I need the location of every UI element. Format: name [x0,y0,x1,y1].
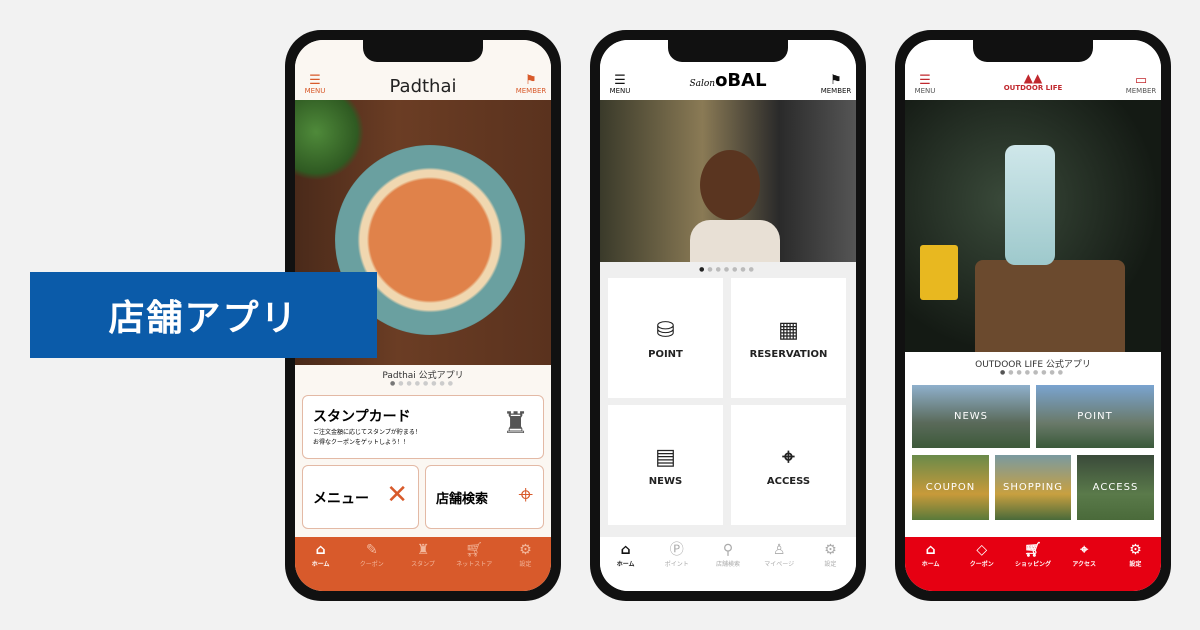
coins-icon: ⛁ [656,318,675,343]
tag-icon: ◇ [976,542,988,558]
shopping-tile[interactable]: SHOPPING [995,455,1071,520]
tab-home[interactable]: ⌂ ホーム [905,541,956,591]
tab-home[interactable]: ⌂ ホーム [295,541,346,591]
access-button[interactable]: ⌖ ACCESS [731,405,846,525]
stamp-icon: ♜ [502,406,529,441]
calendar-icon: ▦ [778,318,799,343]
point-icon: Ⓟ [669,542,684,558]
member-button[interactable]: ▭ MEMBER [1121,74,1161,95]
news-button[interactable]: ▤ NEWS [608,405,723,525]
tab-access[interactable]: ⌖ アクセス [1059,541,1110,591]
home-icon: ⌂ [315,542,326,558]
stamp-icon: ♜ [416,542,430,558]
home-icon: ⌂ [925,542,936,558]
tab-store-search[interactable]: ⚲ 店舗検索 [702,541,753,591]
member-button[interactable]: ⚑ MEMBER [511,74,551,95]
tab-settings[interactable]: ⚙ 設定 [805,541,856,591]
gear-icon: ⚙ [824,542,837,558]
store-search-card[interactable]: 店舗検索 ⌖ [425,465,544,529]
store-app-label: 店舗アプリ [30,272,377,358]
cart-icon: 🛒︎ [1024,542,1042,558]
stamp-card[interactable]: スタンプカード ご注文金額に応じてスタンプが貯まる！ お得なクーポンをゲットしよう… [302,395,544,459]
tab-settings[interactable]: ⚙ 設定 [1110,541,1161,591]
member-button[interactable]: ⚑ MEMBER [816,74,856,95]
gear-icon: ⚙ [1129,542,1142,558]
tab-bar: ⌂ ホーム Ⓟ ポイント ⚲ 店舗検索 ♙ マイページ ⚙ 設定 [600,537,856,591]
map-pin-icon: ⌖ [1080,542,1089,558]
map-pin-icon: ⌖ [782,445,795,470]
tab-coupon[interactable]: ✎ クーポン [346,541,397,591]
user-icon: ♙ [772,542,786,558]
carousel-dots[interactable]: ●●●●●●●● [905,369,1161,376]
tab-bar: ⌂ ホーム ◇ クーポン 🛒︎ ショッピング ⌖ アクセス ⚙ 設定 [905,537,1161,591]
cart-icon: 🛒︎ [465,542,484,558]
tab-settings[interactable]: ⚙ 設定 [500,541,551,591]
menu-card[interactable]: メニュー ✕ [302,465,419,529]
point-tile[interactable]: POINT [1036,385,1154,448]
home-icon: ⌂ [620,542,631,558]
news-tile[interactable]: NEWS [912,385,1030,448]
access-tile[interactable]: ACCESS [1077,455,1154,520]
gear-icon: ⚙ [519,542,532,558]
tab-point[interactable]: Ⓟ ポイント [651,541,702,591]
utensils-icon: ✕ [386,480,408,510]
carousel-dots[interactable]: ●●●●●●●● [295,380,551,387]
tab-coupon[interactable]: ◇ クーポン [956,541,1007,591]
hero-image-lantern [905,100,1161,352]
tab-netstore[interactable]: 🛒︎ ネットストア [449,541,500,591]
phone-outdoor-life: ☰ MENU ▲▲ OUTDOOR LIFE ▭ MEMBER OUTDOOR LIF… [895,30,1171,601]
hero-image-salon [600,100,856,262]
notch [668,40,788,62]
coupon-icon: ✎ [365,542,378,558]
tab-home[interactable]: ⌂ ホーム [600,541,651,591]
tab-bar: ⌂ ホーム ✎ クーポン ♜ スタンプ 🛒︎ ネットストア ⚙ 設定 [295,537,551,591]
search-icon: ⚲ [722,542,734,558]
bookmark-icon: ⚑ [525,73,537,88]
newspaper-icon: ▤ [655,445,676,470]
coupon-tile[interactable]: COUPON [912,455,989,520]
reservation-button[interactable]: ▦ RESERVATION [731,278,846,398]
notch [973,40,1093,62]
member-card-icon: ▭ [1134,73,1148,88]
map-pin-icon: ⌖ [518,480,533,510]
bookmark-icon: ⚑ [830,73,842,88]
tab-stamp[interactable]: ♜ スタンプ [397,541,448,591]
notch [363,40,483,62]
tab-mypage[interactable]: ♙ マイページ [754,541,805,591]
tab-shopping[interactable]: 🛒︎ ショッピング [1007,541,1058,591]
point-button[interactable]: ⛁ POINT [608,278,723,398]
phone-salon-obal: ☰ MENU SalonoBAL ⚑ MEMBER ●●●●●●● ⛁ POINT ▦… [590,30,866,601]
carousel-dots[interactable]: ●●●●●●● [600,266,856,273]
